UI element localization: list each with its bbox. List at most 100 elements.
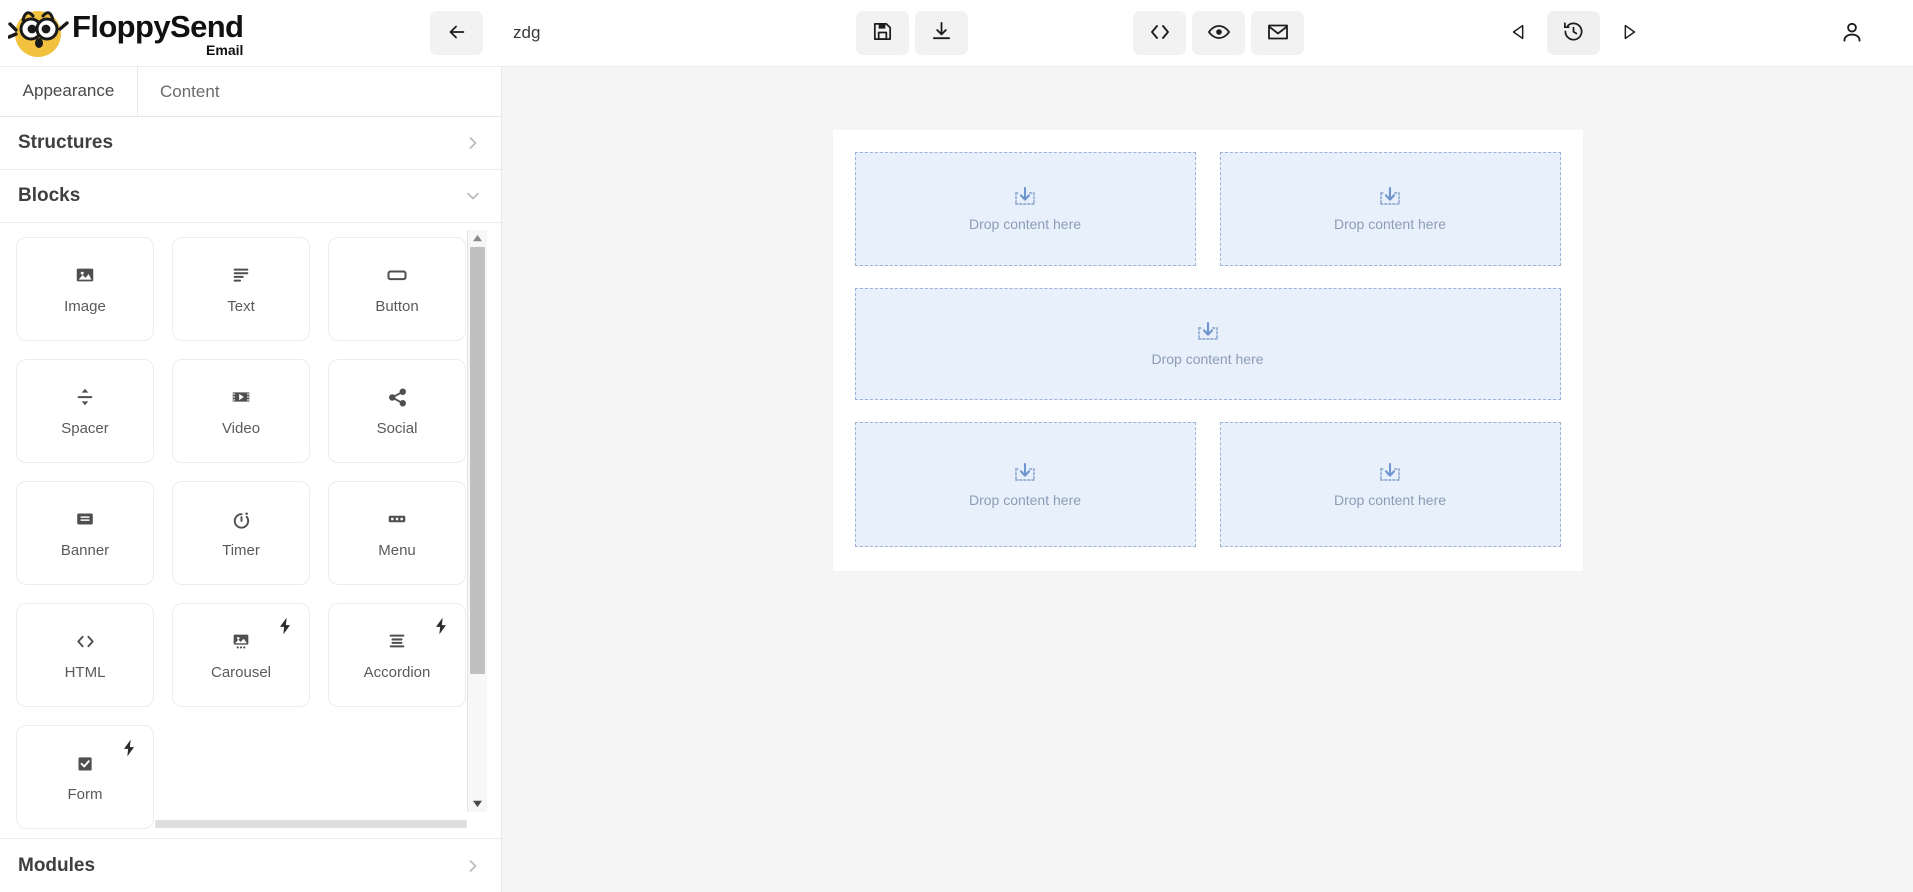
dropzone[interactable]: Drop content here (854, 288, 1561, 400)
dropzone-label: Drop content here (968, 491, 1082, 508)
blocks-palette: Image Text Button Spacer Video Social Banner Ti… (0, 223, 501, 838)
block-label: Form (67, 786, 103, 803)
block-video[interactable]: Video (172, 359, 310, 463)
drop-here-arrow-icon (1012, 462, 1038, 486)
timer-icon (230, 507, 253, 531)
scroll-up-arrow-icon[interactable] (468, 230, 487, 247)
button-icon (385, 263, 409, 287)
drop-here-arrow-icon (1377, 462, 1403, 486)
sidebar-tabs: Appearance Content (0, 67, 501, 117)
undo-button[interactable] (1492, 11, 1545, 55)
preview-button[interactable] (1192, 11, 1245, 55)
block-image[interactable]: Image (16, 237, 154, 341)
workspace: Appearance Content Structures Blocks Ima… (0, 67, 1913, 892)
block-carousel[interactable]: Carousel (172, 603, 310, 707)
checkbox-form-icon (75, 751, 96, 775)
block-social[interactable]: Social (328, 359, 466, 463)
drop-here-arrow-icon (1377, 186, 1403, 210)
block-label: Image (64, 298, 106, 315)
hscroll-thumb[interactable] (155, 820, 467, 828)
account-button[interactable] (1825, 11, 1878, 55)
chevron-right-icon (463, 856, 483, 876)
block-form[interactable]: Form (16, 725, 154, 829)
tab-content-label: Content (160, 81, 220, 101)
section-structures[interactable]: Structures (0, 117, 501, 170)
image-icon (74, 263, 96, 287)
menu-icon (386, 507, 408, 531)
blocks-palette-area: Image Text Button Spacer Video Social Banner Ti… (0, 223, 501, 838)
block-menu[interactable]: Menu (328, 481, 466, 585)
envelope-send-test-icon (1266, 20, 1290, 47)
chevron-down-icon (463, 186, 483, 206)
scroll-down-arrow-icon[interactable] (468, 795, 487, 812)
user-account-icon (1839, 19, 1865, 48)
dropzone[interactable]: Drop content here (854, 152, 1196, 266)
eye-preview-icon (1207, 20, 1231, 47)
section-blocks-label: Blocks (18, 185, 81, 206)
block-timer[interactable]: Timer (172, 481, 310, 585)
vscroll-track[interactable] (468, 247, 487, 795)
document-title[interactable]: zdg (513, 23, 540, 43)
canvas-row: Drop content here Drop content here (854, 422, 1561, 547)
section-structures-label: Structures (18, 132, 114, 153)
left-sidebar: Appearance Content Structures Blocks Ima… (0, 67, 502, 892)
block-label: Button (375, 298, 419, 315)
vscroll-thumb[interactable] (470, 247, 485, 675)
block-label: Banner (60, 542, 110, 559)
block-label: Accordion (363, 664, 431, 681)
block-label: Timer (222, 542, 260, 559)
canvas-row: Drop content here (854, 288, 1561, 400)
block-text[interactable]: Text (172, 237, 310, 341)
download-button[interactable] (915, 11, 968, 55)
drop-here-arrow-icon (1012, 186, 1038, 210)
save-button[interactable] (856, 11, 909, 55)
back-button[interactable] (430, 11, 483, 55)
history-button[interactable] (1547, 11, 1600, 55)
premium-bolt-icon (431, 616, 451, 641)
premium-bolt-icon (275, 616, 295, 641)
code-view-button[interactable] (1133, 11, 1186, 55)
block-label: HTML (64, 664, 106, 681)
send-test-email-button[interactable] (1251, 11, 1304, 55)
brand-logo: FloppySend Email (0, 4, 395, 62)
palette-vertical-scrollbar[interactable] (467, 230, 487, 812)
block-label: Text (227, 298, 255, 315)
carousel-icon (230, 629, 252, 653)
tab-appearance[interactable]: Appearance (0, 67, 138, 116)
dropzone[interactable]: Drop content here (1219, 152, 1561, 266)
tab-appearance-label: Appearance (22, 81, 115, 100)
code-brackets-icon (1148, 20, 1172, 47)
text-lines-icon (230, 263, 252, 287)
code-brackets-icon (74, 629, 97, 653)
block-html[interactable]: HTML (16, 603, 154, 707)
block-label: Social (376, 420, 418, 437)
download-icon (930, 20, 953, 46)
tab-content[interactable]: Content (138, 67, 242, 116)
clock-history-icon (1562, 20, 1585, 46)
redo-button[interactable] (1602, 11, 1655, 55)
premium-bolt-icon (119, 738, 139, 763)
dropzone-label: Drop content here (1333, 491, 1447, 508)
owl-mascot-logo-icon (7, 4, 70, 62)
block-label: Video (221, 420, 261, 437)
block-accordion[interactable]: Accordion (328, 603, 466, 707)
block-spacer[interactable]: Spacer (16, 359, 154, 463)
palette-horizontal-scrollbar[interactable] (155, 817, 467, 831)
spacer-icon (74, 385, 96, 409)
email-sheet: Drop content here Drop content here Drop… (832, 130, 1583, 571)
triangle-right-redo-icon (1618, 21, 1640, 46)
chevron-right-icon (463, 133, 483, 153)
block-label: Carousel (210, 664, 272, 681)
arrow-left-icon (446, 21, 468, 46)
section-modules[interactable]: Modules (0, 838, 501, 892)
dropzone[interactable]: Drop content here (854, 422, 1196, 547)
block-label: Menu (378, 542, 416, 559)
dropzone-label: Drop content here (968, 216, 1082, 232)
dropzone[interactable]: Drop content here (1219, 422, 1561, 547)
section-blocks[interactable]: Blocks (0, 170, 501, 223)
block-button[interactable]: Button (328, 237, 466, 341)
email-builder-app: FloppySend Email zdg Appearance Content … (0, 0, 1913, 892)
block-banner[interactable]: Banner (16, 481, 154, 585)
brand-name: FloppySend (72, 8, 244, 44)
share-social-icon (386, 385, 409, 409)
